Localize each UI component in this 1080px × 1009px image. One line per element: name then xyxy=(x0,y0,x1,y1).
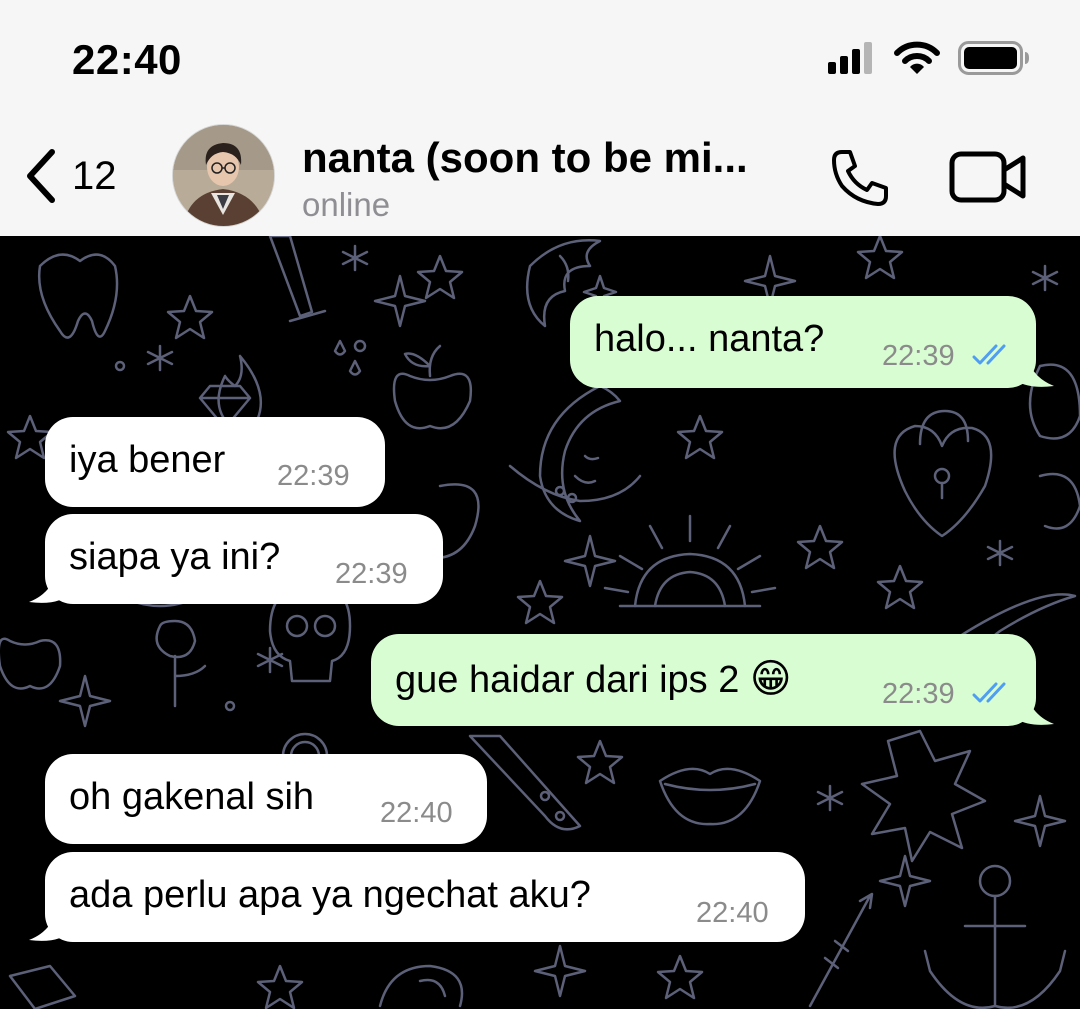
contact-status: online xyxy=(302,186,391,223)
message-text: oh gakenal sih xyxy=(69,776,315,818)
message-time: 22:39 xyxy=(335,558,408,590)
read-receipt-icon xyxy=(972,682,1006,703)
signal-icon xyxy=(828,42,872,74)
wifi-icon xyxy=(894,41,940,74)
message-incoming[interactable]: iya bener 22:39 xyxy=(45,417,385,507)
message-text: gue haidar dari ips 2 😁 xyxy=(395,656,792,702)
avatar[interactable] xyxy=(172,124,275,227)
grinning-face-emoji: 😁 xyxy=(749,656,792,702)
message-text: siapa ya ini? xyxy=(69,536,281,578)
video-call-button[interactable] xyxy=(948,148,1028,206)
message-time: 22:40 xyxy=(696,897,769,929)
message-text: iya bener xyxy=(69,439,226,481)
back-button[interactable]: 12 xyxy=(22,144,117,208)
chevron-left-icon xyxy=(27,149,55,203)
message-time: 22:39 xyxy=(277,460,350,492)
chat-area[interactable]: halo... nanta? 22:39 iya bener 22:39 sia… xyxy=(0,236,1080,1009)
status-time: 22:40 xyxy=(72,36,182,83)
avatar-photo xyxy=(173,125,274,226)
voice-call-button[interactable] xyxy=(828,146,892,210)
message-time: 22:39 xyxy=(882,340,955,372)
phone-icon xyxy=(832,150,888,206)
message-incoming[interactable]: ada perlu apa ya ngechat aku? 22:40 xyxy=(45,852,805,942)
battery-icon xyxy=(958,41,1029,75)
message-text: ada perlu apa ya ngechat aku? xyxy=(69,874,591,916)
message-incoming[interactable]: siapa ya ini? 22:39 xyxy=(45,514,443,604)
message-time: 22:40 xyxy=(380,797,453,829)
message-time: 22:39 xyxy=(882,678,955,710)
chat-header: 12 nanta (soon to be mi... online xyxy=(0,118,1080,236)
read-receipt-icon xyxy=(972,344,1006,365)
message-outgoing[interactable]: gue haidar dari ips 2 😁 22:39 xyxy=(371,634,1036,726)
video-camera-icon xyxy=(949,151,1026,203)
message-incoming[interactable]: oh gakenal sih 22:40 xyxy=(45,754,487,844)
unread-count: 12 xyxy=(72,153,117,198)
message-text: halo... nanta? xyxy=(594,318,825,360)
message-outgoing[interactable]: halo... nanta? 22:39 xyxy=(570,296,1036,388)
status-bar: 22:40 xyxy=(0,0,1080,118)
status-icons xyxy=(828,40,1030,76)
contact-name[interactable]: nanta (soon to be mi... xyxy=(302,134,812,182)
